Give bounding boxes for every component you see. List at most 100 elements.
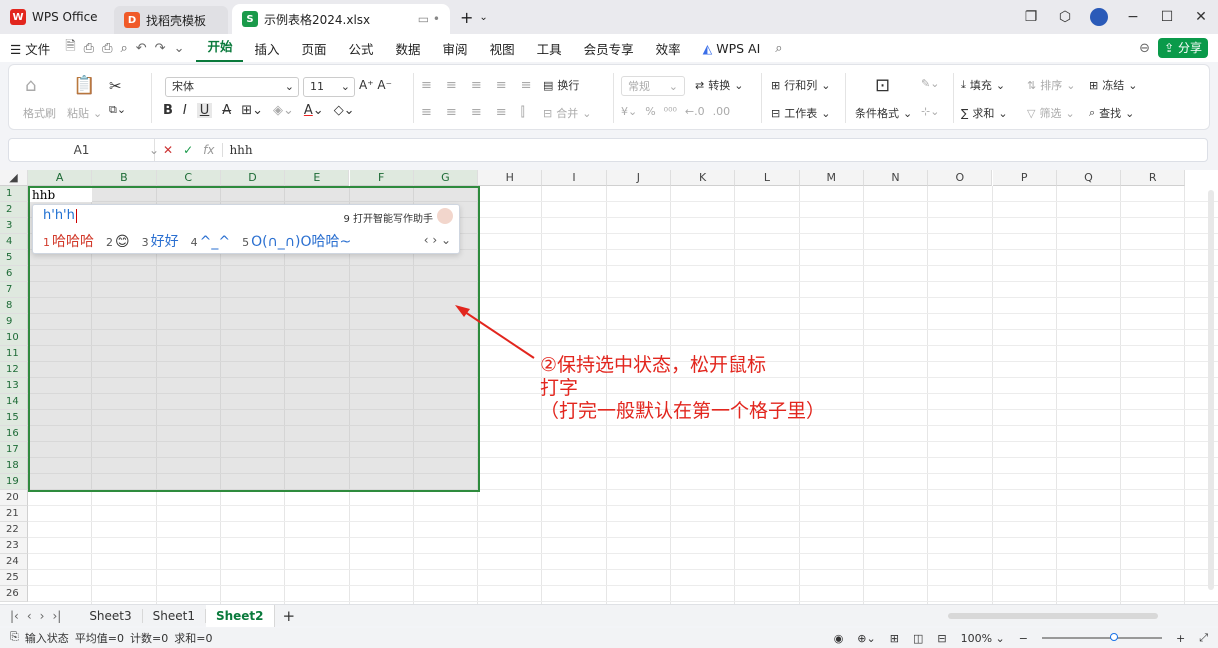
tab-wps-office[interactable]: W WPS Office (0, 0, 112, 34)
copy-icon[interactable]: ⧉⌄ (109, 103, 126, 117)
column-header-q[interactable]: Q (1056, 170, 1122, 186)
menu-efficiency[interactable]: 效率 (645, 39, 692, 58)
row-header-3[interactable]: 3 (0, 218, 28, 234)
menu-file[interactable]: ☰ 文件 (8, 39, 61, 58)
prev-sheet-icon[interactable]: ‹ (23, 609, 36, 623)
row-header-23[interactable]: 23 (0, 538, 28, 554)
menu-tools[interactable]: 工具 (526, 39, 573, 58)
column-header-k[interactable]: K (671, 170, 736, 186)
tab-templates[interactable]: D 找稻壳模板 (114, 6, 228, 34)
first-sheet-icon[interactable]: |‹ (0, 609, 23, 623)
vertical-scrollbar[interactable] (1208, 190, 1214, 590)
column-header-g[interactable]: G (413, 170, 479, 186)
cond-format-button[interactable]: 条件格式 ⌄ (855, 105, 912, 121)
row-header-12[interactable]: 12 (0, 362, 28, 378)
menu-page[interactable]: 页面 (291, 39, 338, 58)
export-icon[interactable]: ⎙ (80, 41, 98, 56)
eye-icon[interactable]: ◉ (834, 632, 844, 645)
row-header-1[interactable]: 1 (0, 186, 28, 202)
redo-icon[interactable]: ↷ (151, 41, 170, 56)
freeze-button[interactable]: ⊞ 冻结 ⌄ (1089, 77, 1137, 93)
row-header-26[interactable]: 26 (0, 586, 28, 602)
ime-candidate-4[interactable]: 4 ^_^ (191, 234, 230, 250)
page-break-icon[interactable]: ⊟ (937, 632, 946, 645)
underline-button[interactable]: U (196, 103, 213, 118)
number-buttons[interactable]: ¥⌄% ⁰⁰⁰ ←.0.00 (621, 105, 730, 118)
minimize-icon[interactable]: − (1116, 9, 1150, 25)
menu-formula[interactable]: 公式 (338, 39, 385, 58)
ime-assist-link[interactable]: 9 打开智能写作助手 (343, 210, 433, 225)
wrap-button[interactable]: ▤ 换行 (543, 77, 579, 93)
menu-view[interactable]: 视图 (479, 39, 526, 58)
rows-cols-button[interactable]: ⊞ 行和列 ⌄ (771, 77, 830, 93)
zoom-out-icon[interactable]: − (1019, 632, 1028, 645)
cell-icon[interactable]: ⊹⌄ (921, 105, 939, 118)
row-header-13[interactable]: 13 (0, 378, 28, 394)
page-layout-icon[interactable]: ◫ (913, 632, 923, 645)
macro-icon[interactable]: ⎘ (10, 630, 19, 646)
sheet-tab-sheet1[interactable]: Sheet1 (143, 608, 206, 623)
filter-button[interactable]: ▽ 筛选 ⌄ (1027, 105, 1075, 121)
row-header-24[interactable]: 24 (0, 554, 28, 570)
row-header-19[interactable]: 19 (0, 474, 28, 490)
maximize-icon[interactable]: ☐ (1150, 9, 1184, 25)
zoom-level[interactable]: 100% ⌄ (961, 632, 1005, 645)
search-icon[interactable]: ⌕ (771, 41, 786, 56)
row-header-4[interactable]: 4 (0, 234, 28, 250)
column-header-o[interactable]: O (928, 170, 993, 186)
find-button[interactable]: ⌕ 查找 ⌄ (1089, 105, 1134, 121)
row-header-7[interactable]: 7 (0, 282, 28, 298)
border-icon[interactable]: ⊞⌄ (241, 103, 263, 118)
share-button[interactable]: ⇪ 分享 (1158, 38, 1208, 58)
column-header-c[interactable]: C (156, 170, 221, 186)
cond-format-icon[interactable]: ⊡ (875, 75, 890, 96)
menu-member[interactable]: 会员专享 (573, 39, 645, 58)
column-header-b[interactable]: B (92, 170, 157, 186)
font-size-select[interactable]: 11 ⌄ (303, 77, 355, 97)
column-header-l[interactable]: L (735, 170, 800, 186)
row-header-18[interactable]: 18 (0, 458, 28, 474)
row-header-17[interactable]: 17 (0, 442, 28, 458)
merge-button[interactable]: ⊟ 合并 ⌄ (543, 105, 591, 121)
ime-candidate-1[interactable]: 1 哈哈哈 (43, 231, 94, 251)
menu-insert[interactable]: 插入 (243, 39, 290, 58)
menu-data[interactable]: 数据 (385, 39, 432, 58)
convert-button[interactable]: ⇄ 转换 ⌄ (695, 77, 743, 93)
column-header-e[interactable]: E (285, 170, 350, 186)
sheet-tab-sheet3[interactable]: Sheet3 (79, 608, 143, 623)
row-header-9[interactable]: 9 (0, 314, 28, 330)
fill-button[interactable]: ⤓ 填充 ⌄ (961, 77, 1005, 93)
print-icon[interactable]: ⎙ (98, 41, 116, 56)
comment-icon[interactable]: ⊖ (1135, 41, 1154, 56)
row-header-10[interactable]: 10 (0, 330, 28, 346)
zoom-slider[interactable] (1041, 633, 1162, 641)
column-header-h[interactable]: H (478, 170, 543, 186)
column-header-i[interactable]: I (542, 170, 607, 186)
sort-button[interactable]: ⇅ 排序 ⌄ (1027, 77, 1075, 93)
new-tab-button[interactable]: + ⌄ (450, 0, 498, 34)
row-header-15[interactable]: 15 (0, 410, 28, 426)
worksheet-button[interactable]: ⊟ 工作表 ⌄ (771, 105, 830, 121)
name-box[interactable]: A1 ⌄ (9, 139, 159, 161)
row-header-20[interactable]: 20 (0, 490, 28, 506)
next-sheet-icon[interactable]: › (36, 609, 49, 623)
row-header-16[interactable]: 16 (0, 426, 28, 442)
italic-button[interactable]: I (183, 103, 187, 118)
crosshair-icon[interactable]: ⊕⌄ (857, 632, 875, 645)
column-header-n[interactable]: N (863, 170, 929, 186)
column-header-r[interactable]: R (1121, 170, 1186, 186)
select-all-corner[interactable]: ◢ (0, 170, 28, 186)
paste-label[interactable]: 粘贴 ⌄ (67, 105, 102, 121)
more-icon[interactable]: ⌄ (170, 41, 189, 56)
avatar[interactable] (1082, 8, 1116, 26)
menu-home[interactable]: 开始 (196, 34, 244, 62)
row-header-11[interactable]: 11 (0, 346, 28, 362)
print-preview-icon[interactable]: ⌕ (116, 41, 131, 56)
row-header-8[interactable]: 8 (0, 298, 28, 314)
row-header-25[interactable]: 25 (0, 570, 28, 586)
number-format-select[interactable]: 常规 ⌄ (621, 76, 685, 96)
font-select[interactable]: 宋体 ⌄ (165, 77, 299, 97)
column-header-j[interactable]: J (606, 170, 671, 186)
cell-a1[interactable]: hhb (30, 188, 92, 202)
column-header-f[interactable]: F (349, 170, 414, 186)
